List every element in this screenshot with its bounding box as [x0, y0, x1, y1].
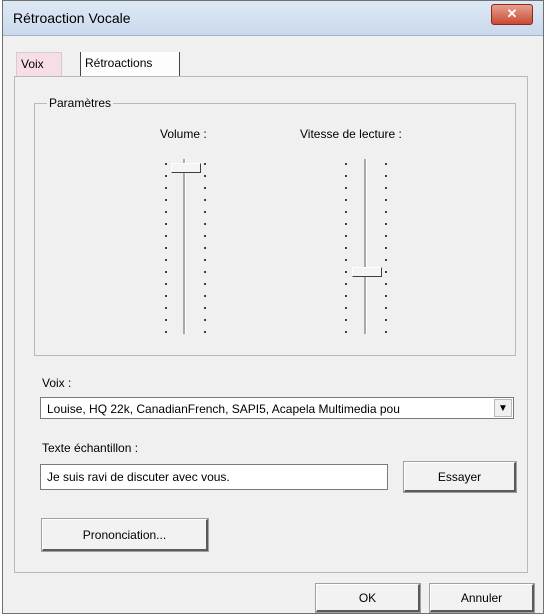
ok-button-label: OK — [358, 590, 377, 605]
cancel-button[interactable]: Annuler — [429, 583, 535, 613]
cancel-button-label: Annuler — [460, 590, 503, 605]
tab-voix-label: Voix — [21, 57, 44, 71]
speed-ticks-right — [385, 163, 387, 333]
parametres-title: Paramètres — [47, 96, 114, 110]
try-button[interactable]: Essayer — [403, 461, 517, 493]
volume-track — [183, 159, 186, 334]
speed-label: Vitesse de lecture : — [300, 127, 402, 141]
pronunciation-button-label: Prononciation... — [82, 527, 167, 542]
speed-ticks-left — [345, 163, 347, 333]
voice-select[interactable]: Louise, HQ 22k, CanadianFrench, SAPI5, A… — [40, 397, 514, 419]
ok-button[interactable]: OK — [315, 583, 421, 613]
voice-select-value: Louise, HQ 22k, CanadianFrench, SAPI5, A… — [47, 402, 400, 416]
volume-ticks-right — [204, 163, 206, 333]
volume-label: Volume : — [160, 127, 207, 141]
voice-dropdown-button[interactable]: ▼ — [494, 399, 512, 417]
voix-label: Voix : — [42, 376, 72, 390]
speed-thumb[interactable] — [352, 267, 382, 277]
tab-retroactions[interactable]: Rétroactions — [80, 52, 180, 76]
title-bar[interactable]: Rétroaction Vocale ✕ — [3, 1, 543, 36]
sample-label: Texte échantillon : — [42, 441, 139, 455]
tab-retroactions-label: Rétroactions — [85, 56, 153, 70]
pronunciation-button[interactable]: Prononciation... — [41, 518, 209, 552]
parametres-groupbox — [34, 103, 516, 356]
close-icon: ✕ — [506, 6, 518, 21]
try-button-label: Essayer — [437, 469, 482, 484]
chevron-down-icon: ▼ — [498, 402, 508, 414]
window-title: Rétroaction Vocale — [13, 10, 131, 26]
sample-text-input[interactable] — [40, 464, 388, 490]
close-button[interactable]: ✕ — [491, 4, 533, 25]
tab-voix[interactable]: Voix — [16, 52, 62, 76]
volume-ticks-left — [165, 163, 167, 333]
volume-thumb[interactable] — [171, 163, 201, 173]
speed-track — [364, 159, 367, 334]
